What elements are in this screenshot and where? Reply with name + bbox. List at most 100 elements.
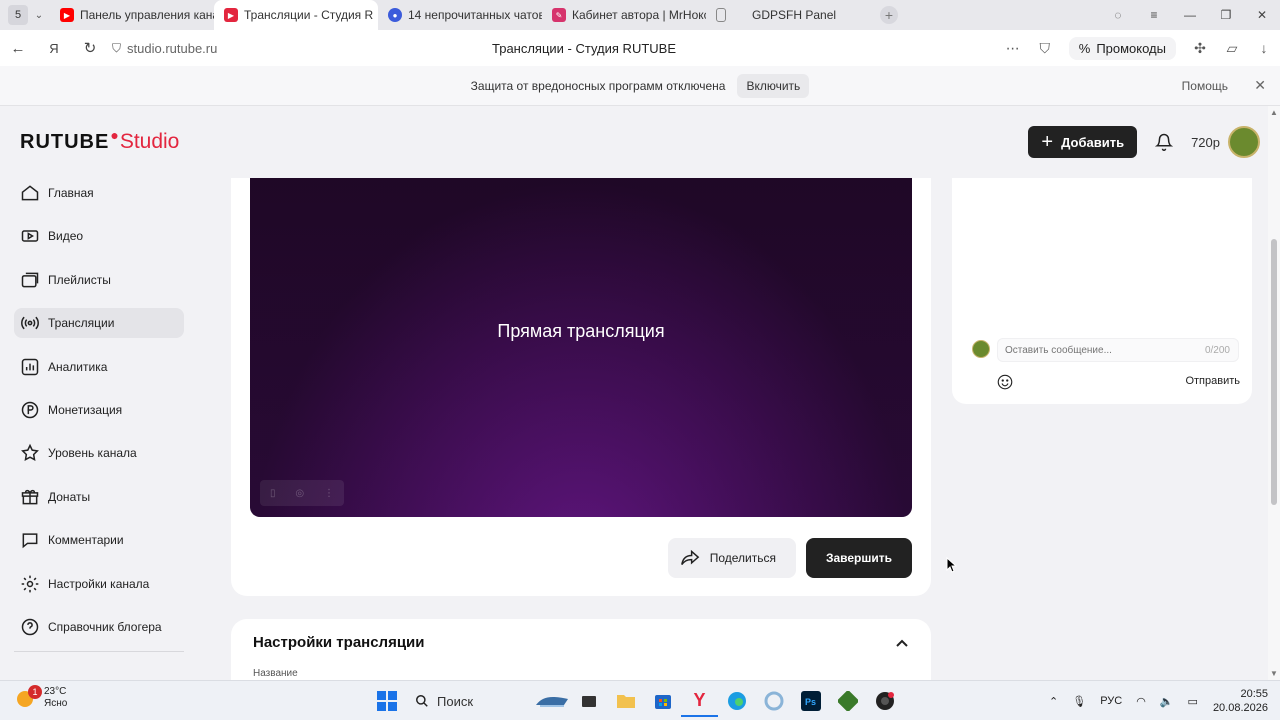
window-close-icon[interactable]: ✕ [1244,8,1280,22]
add-button[interactable]: + Добавить [1028,126,1138,158]
sidebar-item-label: Комментарии [48,533,124,548]
profile-icon[interactable]: ◌ [1100,8,1136,22]
chat-send-button[interactable]: Отправить [1185,375,1240,387]
rutube-studio-logo[interactable]: RUTUBE ● Studio [20,127,180,154]
quality-label[interactable]: 720p [1191,135,1220,150]
scroll-down-icon[interactable]: ▼ [1270,669,1278,678]
minimize-icon[interactable]: — [1172,8,1208,22]
youtube-favicon-icon: ▶ [60,8,74,22]
browser-tab[interactable]: ✎ Кабинет автора | MrHокс [542,0,706,30]
store-icon[interactable] [644,685,681,717]
tab-count-badge[interactable]: 5 [8,5,28,25]
promo-button[interactable]: % Промокоды [1068,36,1176,60]
search-icon [416,695,428,707]
star-icon [21,444,39,462]
tray-chevron-up-icon[interactable]: ⌃ [1049,695,1058,708]
sidebar-item-broadcasts[interactable]: Трансляции [14,308,184,339]
extensions-icon[interactable]: ✣ [1188,40,1212,57]
player-control-icon[interactable]: ⋮ [324,488,334,499]
user-avatar[interactable] [1228,126,1260,158]
scroll-up-icon[interactable]: ▲ [1270,108,1278,117]
wifi-icon[interactable]: ◠ [1136,695,1146,708]
obs-icon[interactable] [866,685,903,717]
sidebar-item-label: Настройки канала [48,576,150,591]
emoji-icon[interactable] [996,373,1014,396]
sidebar-item-comments[interactable]: Комментарии [14,525,184,555]
sidebar-item-blogger-guide[interactable]: Справочник блогера [14,612,184,642]
sidebar-item-channel-level[interactable]: Уровень канала [14,438,184,468]
comment-icon [22,533,38,549]
battery-icon[interactable]: ▭ [1188,695,1198,708]
logo-studio: Studio [119,130,180,153]
finish-broadcast-button[interactable]: Завершить [805,538,912,578]
logo-rutube: RUTUBE [20,131,110,153]
menu-icon[interactable]: ≡ [1136,8,1172,22]
task-view-icon[interactable] [570,685,607,717]
sidebar-item-analytics[interactable]: Аналитика [14,352,184,382]
collections-icon[interactable]: ▱ [1220,40,1244,57]
sidebar-item-label: Уровень канала [48,446,137,461]
player-control-icon[interactable]: ▯ [270,488,276,499]
game-icon[interactable] [829,685,866,717]
tab-list-chevron-icon[interactable]: ⌄ [28,10,50,21]
sidebar-item-donations[interactable]: Донаты [14,482,184,512]
app-icon[interactable] [755,685,792,717]
search-highlight-icon[interactable] [533,685,570,717]
photoshop-icon[interactable]: Ps [792,685,829,717]
windows-start-icon[interactable] [368,685,405,717]
chat-char-counter: 0/200 [1204,344,1230,356]
help-link[interactable]: Помощь [1182,79,1228,93]
sidebar-nav: Главная Видео Плейлисты Трансляции Анали… [14,178,184,653]
browser-tab[interactable]: GDPSFH Panel [706,0,870,30]
broadcast-settings-card: Настройки трансляции Название [231,619,931,680]
edge-icon[interactable] [718,685,755,717]
browser-tab[interactable]: ▶ Панель управления кана [50,0,214,30]
notifications-bell-icon[interactable] [1137,133,1191,151]
microphone-icon[interactable]: 🎙 [1072,695,1086,708]
sidebar-item-home[interactable]: Главная [14,178,184,208]
browser-tab-active[interactable]: ▶ Трансляции - Студия R ✕ [214,0,378,30]
yandex-icon[interactable]: Я [36,41,72,56]
taskbar-search[interactable]: Поиск [407,686,531,716]
chat-message-field[interactable]: 0/200 [997,338,1239,362]
share-button[interactable]: Поделиться [667,538,796,578]
scrollbar-thumb[interactable] [1271,239,1277,505]
page-scrollbar[interactable]: ▲ ▼ [1268,106,1280,680]
player-control-icon[interactable]: ◎ [295,488,304,499]
restore-icon[interactable]: ❐ [1208,8,1244,22]
chevron-up-icon[interactable] [895,635,909,653]
video-player[interactable]: Прямая трансляция ▯ ◎ ⋮ [250,178,912,517]
download-icon[interactable]: ↓ [1252,40,1276,56]
more-icon[interactable]: ⋯ [1001,40,1025,57]
svg-text:Ps: Ps [805,697,816,707]
taskbar-apps: Поиск Y Ps [368,685,903,717]
enable-protection-button[interactable]: Включить [737,73,810,98]
tab-label: GDPSFH Panel [752,8,837,22]
site-info-icon[interactable]: ⛉ [112,41,121,56]
sidebar-item-video[interactable]: Видео [14,221,184,251]
back-arrow-icon[interactable]: ← [0,40,36,57]
clock[interactable]: 20:55 20.08.2026 [1213,687,1268,715]
playlist-icon [21,272,39,288]
language-indicator[interactable]: РУС [1100,695,1122,707]
infobar-close-icon[interactable]: ✕ [1254,77,1266,94]
sidebar-item-playlists[interactable]: Плейлисты [14,265,184,295]
sidebar-item-monetization[interactable]: Монетизация [14,395,184,425]
weather-widget[interactable]: 1 23°C Ясно [12,685,67,711]
reload-icon[interactable]: ↻ [72,39,108,57]
sidebar-divider [14,651,184,653]
donate-icon [21,489,39,505]
sidebar-item-channel-settings[interactable]: Настройки канала [14,569,184,599]
url-text[interactable]: studio.rutube.ru [127,41,217,56]
file-explorer-icon[interactable] [607,685,644,717]
player-controls[interactable]: ▯ ◎ ⋮ [260,480,344,506]
browser-tab[interactable]: ● 14 непрочитанных чатов [378,0,542,30]
analytics-icon [21,358,39,375]
new-tab-icon[interactable]: + [880,6,898,24]
yandex-browser-icon[interactable]: Y [681,685,718,717]
volume-icon[interactable]: 🔈 [1160,695,1174,708]
tab-label: Панель управления кана [80,8,214,22]
add-label: Добавить [1061,134,1125,150]
chat-message-input[interactable] [1005,344,1195,356]
bookmark-icon[interactable]: ⛉ [1033,40,1057,57]
